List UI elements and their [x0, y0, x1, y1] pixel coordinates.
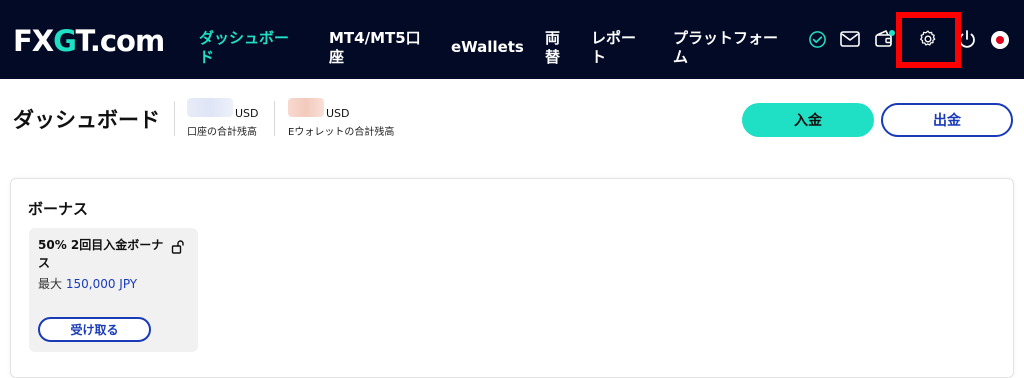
withdraw-button[interactable]: 出金	[881, 103, 1013, 137]
nav-item-report[interactable]: レポート	[591, 29, 645, 67]
bonus-max-value: 150,000 JPY	[65, 277, 138, 291]
settings-gear-icon[interactable]	[916, 27, 940, 51]
verified-check-icon[interactable]	[805, 27, 829, 51]
blurred-balance-amount	[187, 98, 233, 117]
bonus-title: 50% 2回目入金ボーナス	[38, 238, 164, 270]
bonus-max-amount: 最大 150,000 JPY	[38, 275, 137, 292]
wallet-icon[interactable]	[873, 27, 897, 51]
power-icon[interactable]	[955, 27, 979, 51]
unlock-icon	[170, 239, 186, 255]
language-flag-icon[interactable]	[991, 31, 1009, 49]
nav-item-platform[interactable]: プラットフォーム	[673, 29, 785, 67]
mail-icon[interactable]	[838, 27, 862, 51]
nav-item-ewallets[interactable]: eWallets	[451, 38, 531, 57]
nav-item-exchange[interactable]: 両替	[545, 29, 565, 67]
divider	[274, 101, 275, 136]
claim-bonus-button[interactable]: 受け取る	[38, 317, 151, 342]
blurred-balance-amount	[288, 98, 324, 117]
deposit-button[interactable]: 入金	[742, 103, 874, 137]
nav-item-dashboard[interactable]: ダッシュボード	[199, 29, 301, 67]
top-navigation-bar: FXGT.com ダッシュボード MT4/MT5口座 eWallets 両替 レ…	[0, 0, 1024, 79]
ewallet-balance-label: Eウォレットの合計残高	[288, 127, 395, 138]
nav-item-mt4-mt5-accounts[interactable]: MT4/MT5口座	[329, 29, 425, 67]
page-title: ダッシュボード	[13, 108, 160, 132]
bonus-max-prefix: 最大	[38, 277, 63, 291]
bonus-heading: ボーナス	[28, 200, 89, 218]
ewallet-balance-currency: USD	[326, 107, 350, 120]
divider	[174, 101, 175, 136]
fxgt-logo[interactable]: FXGT.com	[13, 24, 165, 58]
account-balance-currency: USD	[235, 107, 259, 120]
account-balance-label: 口座の合計残高	[187, 127, 257, 138]
